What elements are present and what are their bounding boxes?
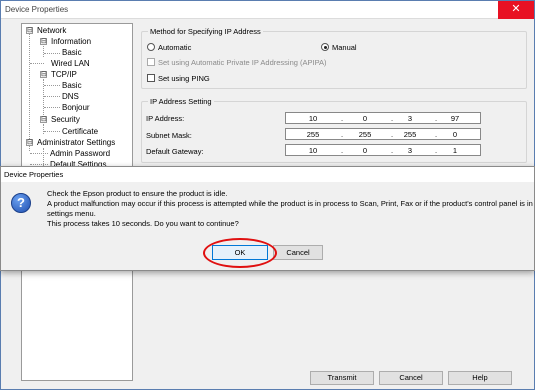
default-gateway-label: Default Gateway: (146, 147, 204, 156)
window-title: Device Properties (5, 5, 69, 14)
collapse-icon[interactable]: ⊟ (40, 71, 47, 78)
ip-octet: 10 (308, 114, 318, 123)
ip-octet: 0 (362, 146, 368, 155)
manual-radio[interactable] (321, 43, 329, 51)
tree-line (44, 107, 60, 108)
octet-separator: . (391, 146, 394, 155)
collapse-icon[interactable]: ⊟ (40, 38, 47, 45)
tree-line (29, 33, 30, 151)
manual-label: Manual (332, 43, 357, 52)
ip-octet: 255 (306, 130, 320, 139)
transmit-button[interactable]: Transmit (310, 371, 374, 385)
ip-octet: 255 (403, 130, 417, 139)
octet-separator: . (435, 130, 438, 139)
ip-octet: 10 (308, 146, 318, 155)
ip-octet: 255 (358, 130, 372, 139)
tree-line (43, 43, 44, 57)
subnet-mask-label: Subnet Mask: (146, 131, 192, 140)
tree-item-admin-settings[interactable]: Administrator Settings (37, 138, 115, 147)
cancel-button[interactable]: Cancel (379, 371, 443, 385)
close-icon[interactable]: ✕ (498, 1, 534, 19)
apipa-label: Set using Automatic Private IP Addressin… (158, 58, 327, 67)
tree-line (44, 131, 60, 132)
collapse-icon[interactable]: ⊟ (26, 139, 33, 146)
question-icon: ? (11, 193, 31, 213)
tree-line (44, 53, 60, 54)
automatic-radio[interactable] (147, 43, 155, 51)
ip-address-field[interactable]: 10 . 0 . 3 . 97 (285, 112, 481, 124)
tree-line (43, 124, 44, 134)
octet-separator: . (341, 130, 344, 139)
ip-settings-group: IP Address Setting IP Address: 10 . 0 . … (141, 97, 527, 163)
confirm-dialog: Device Properties ? Check the Epson prod… (0, 166, 535, 271)
ip-settings-title: IP Address Setting (148, 97, 214, 106)
tree-item-network[interactable]: Network (37, 26, 66, 35)
tree-line (44, 85, 60, 86)
octet-separator: . (391, 114, 394, 123)
collapse-icon[interactable]: ⊟ (26, 27, 33, 34)
dialog-title: Device Properties (4, 170, 64, 179)
tree-item-bonjour[interactable]: Bonjour (62, 103, 90, 112)
tree-item-dns[interactable]: DNS (62, 92, 79, 101)
octet-separator: . (435, 114, 438, 123)
apipa-checkbox[interactable] (147, 58, 155, 66)
ip-octet: 0 (452, 130, 458, 139)
ip-octet: 3 (407, 146, 413, 155)
ip-octet: 0 (362, 114, 368, 123)
dialog-titlebar: Device Properties (1, 167, 534, 182)
tree-line (30, 153, 48, 154)
tree-item-wired-lan[interactable]: Wired LAN (51, 59, 90, 68)
tree-item-tcpip[interactable]: TCP/IP (51, 70, 77, 79)
ping-checkbox[interactable] (147, 74, 155, 82)
ip-octet: 1 (452, 146, 458, 155)
dialog-cancel-button[interactable]: Cancel (273, 245, 323, 260)
subnet-mask-field[interactable]: 255 . 255 . 255 . 0 (285, 128, 481, 140)
tree-item-certificate[interactable]: Certificate (62, 127, 98, 136)
dialog-message-line: This process takes 10 seconds. Do you wa… (47, 219, 239, 228)
tree-item-security[interactable]: Security (51, 115, 80, 124)
collapse-icon[interactable]: ⊟ (40, 116, 47, 123)
automatic-label: Automatic (158, 43, 192, 52)
octet-separator: . (341, 146, 344, 155)
ip-octet: 97 (450, 114, 460, 123)
dialog-message-line: Check the Epson product to ensure the pr… (47, 189, 228, 198)
method-group: Method for Specifying IP Address Automat… (141, 27, 527, 89)
tree-item-info-basic[interactable]: Basic (62, 48, 82, 57)
tree-line (30, 63, 44, 64)
highlight-circle (203, 238, 277, 268)
tree-item-tcpip-basic[interactable]: Basic (62, 81, 82, 90)
help-button[interactable]: Help (448, 371, 512, 385)
tree-item-information[interactable]: Information (51, 37, 91, 46)
ip-address-label: IP Address: (146, 114, 185, 123)
default-gateway-field[interactable]: 10 . 0 . 3 . 1 (285, 144, 481, 156)
dialog-message-line: A product malfunction may occur if this … (47, 199, 533, 208)
octet-separator: . (341, 114, 344, 123)
window-titlebar: Device Properties ✕ (1, 1, 534, 19)
octet-separator: . (435, 146, 438, 155)
octet-separator: . (391, 130, 394, 139)
dialog-message-line: settings menu. (47, 209, 96, 218)
tree-item-admin-password[interactable]: Admin Password (50, 149, 110, 158)
method-group-title: Method for Specifying IP Address (148, 27, 263, 36)
ip-octet: 3 (407, 114, 413, 123)
tree-line (30, 164, 48, 165)
ping-label: Set using PING (158, 74, 210, 83)
tree-line (44, 96, 60, 97)
